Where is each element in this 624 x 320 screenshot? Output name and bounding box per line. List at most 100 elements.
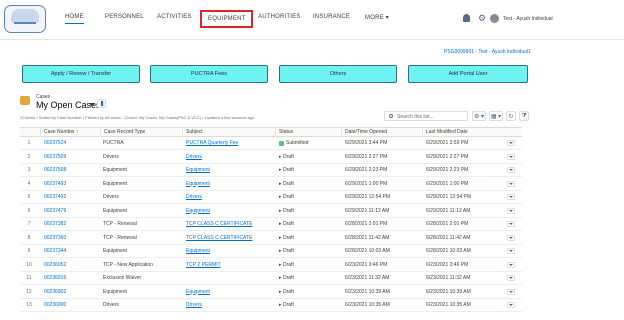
table-row: 10 00236952 TCP - New Application TCP Z PER… [20, 259, 522, 272]
subject-link[interactable]: Equipment [186, 205, 210, 218]
col-subject[interactable]: Subject [182, 128, 275, 137]
status-value: Draft [283, 194, 294, 200]
row-actions-dropdown-icon[interactable] [507, 248, 515, 254]
row-actions-dropdown-icon[interactable] [507, 261, 515, 268]
last-modified-date: 6/23/2021 11:32 AM [426, 275, 471, 281]
subject-link[interactable]: PUCTRA Quarterly Fee [186, 137, 238, 150]
row-number: 11 [26, 275, 32, 281]
row-actions-dropdown-icon[interactable] [507, 275, 515, 281]
subject-link[interactable]: Drivers [186, 299, 202, 312]
last-modified-date: 6/29/2021 11:12 AM [426, 207, 471, 214]
pin-list-icon[interactable] [97, 99, 106, 108]
row-actions-dropdown-icon[interactable] [507, 180, 515, 187]
row-actions-dropdown-icon[interactable] [507, 221, 515, 227]
last-modified-date: 6/29/2021 2:23 PM [426, 167, 469, 173]
row-number: 6 [27, 207, 31, 214]
case-number-link[interactable]: 00237492 [44, 191, 66, 204]
case-number-link[interactable]: 00236900 [44, 299, 66, 312]
refresh-button[interactable]: ↻ [506, 111, 516, 121]
date-opened: 6/29/2021 1:00 PM [345, 180, 388, 187]
add-portal-user-button[interactable]: Add Portal User [408, 65, 528, 83]
subject-link[interactable]: Equipment [186, 245, 210, 258]
case-record-type: Exclusion Waiver [103, 275, 142, 281]
status-bullet-icon: ▸ [279, 302, 282, 308]
case-number-link[interactable]: 00237509 [44, 151, 66, 164]
col-case-number[interactable]: Case Number ↑ [40, 128, 100, 137]
case-record-type: TCP - New Application [103, 261, 153, 268]
subject-link[interactable]: TCP CLASS C CERTIFICATE [186, 232, 252, 245]
list-view-dropdown-icon[interactable] [89, 103, 95, 107]
last-modified-date: 6/29/2021 12:54 PM [426, 194, 472, 200]
nav-more[interactable]: MORE ▾ [365, 14, 389, 21]
case-number-link[interactable]: 00237493 [44, 178, 66, 191]
list-meta-info: 20 items • Sorted by Case Number • Filte… [20, 115, 255, 120]
filter-button[interactable]: ⧩ [519, 111, 529, 121]
search-list-input[interactable]: Search this list... [384, 111, 468, 121]
row-actions-dropdown-icon[interactable] [507, 302, 515, 308]
account-link[interactable]: PSG0099901 - Test - Ayush Individual1 [444, 49, 531, 55]
subject-link[interactable]: TCP CLASS C CERTIFICATE [186, 218, 252, 231]
subject-link[interactable]: Drivers [186, 191, 202, 204]
subject-link[interactable]: Equipment [186, 164, 210, 177]
subject-link[interactable]: Equipment [186, 178, 210, 191]
status-bullet-icon: ▸ [279, 248, 282, 254]
row-actions-dropdown-icon[interactable] [507, 140, 515, 146]
case-number-link[interactable]: 00237344 [44, 245, 66, 258]
nav-equipment[interactable]: EQUIPMENT [200, 10, 254, 28]
display-as-button[interactable]: ▦ ▾ [489, 111, 503, 121]
search-placeholder: Search this list... [397, 114, 434, 120]
subject-link[interactable]: Equipment [186, 286, 210, 299]
settings-gear-icon[interactable]: ⚙ [478, 14, 486, 23]
col-case-record-type[interactable]: Case Record Type [100, 128, 182, 137]
row-actions-dropdown-icon[interactable] [507, 167, 515, 173]
user-avatar[interactable] [490, 14, 499, 23]
nav-authorities[interactable]: AUTHORITIES [258, 14, 301, 20]
case-number-link[interactable]: 00236902 [44, 286, 66, 299]
last-modified-date: 6/23/2021 3:46 PM [426, 261, 469, 268]
status-check-icon [279, 141, 284, 146]
nav-personnel[interactable]: PERSONNEL [105, 14, 144, 20]
puctra-fees-button[interactable]: PUCTRA Fees [150, 65, 268, 83]
row-actions-dropdown-icon[interactable] [507, 194, 515, 200]
case-number-link[interactable]: 00237479 [44, 205, 66, 218]
status-bullet-icon: ▸ [279, 153, 282, 160]
table-row: 1 00237524 PUCTRA PUCTRA Quarterly Fee Submi… [20, 137, 522, 150]
case-number-link[interactable]: 00237508 [44, 164, 66, 177]
case-number-link[interactable]: 00237524 [44, 137, 66, 150]
last-modified-date: 6/23/2021 10:35 AM [426, 302, 471, 308]
case-number-link[interactable]: 00237360 [44, 232, 66, 245]
row-number: 12 [26, 288, 32, 295]
table-row: 11 00236916 Exclusion Waiver ▸ Draft 6/23/202… [20, 272, 522, 285]
case-number-link[interactable]: 00236916 [44, 272, 66, 285]
nav-activities[interactable]: ACTIVITIES [157, 14, 192, 20]
table-row: 6 00237479 Equipment Equipment ▸ Draft 6/29/20… [20, 205, 522, 218]
table-row: 8 00237360 TCP - Renewal TCP CLASS C CERTIF… [20, 232, 522, 245]
subject-link[interactable]: TCP Z PERMIT [186, 259, 221, 272]
col-last-modified[interactable]: Last Modified Date [422, 128, 504, 137]
row-actions-dropdown-icon[interactable] [507, 288, 515, 295]
apply-renew-transfer-button[interactable]: Apply / Renew / Transfer [22, 65, 140, 83]
user-name[interactable]: Test - Ayush Individual [503, 16, 553, 22]
date-opened: 6/29/2021 2:27 PM [345, 153, 388, 160]
app-logo[interactable] [4, 5, 46, 33]
status-bullet-icon: ▸ [279, 194, 282, 200]
status-bullet-icon: ▸ [279, 207, 282, 214]
case-record-type: PUCTRA [103, 140, 124, 146]
case-number-link[interactable]: 00237382 [44, 218, 66, 231]
nav-insurance[interactable]: INSURANCE [313, 14, 350, 20]
nav-home[interactable]: HOME [65, 14, 84, 24]
row-actions-dropdown-icon[interactable] [507, 153, 515, 160]
date-opened: 6/23/2021 11:32 AM [345, 275, 390, 281]
case-number-link[interactable]: 00236952 [44, 259, 66, 272]
col-date-opened[interactable]: Date/Time Opened [341, 128, 422, 137]
status-bullet-icon: ▸ [279, 167, 282, 173]
status-bullet-icon: ▸ [279, 234, 282, 241]
others-button[interactable]: Others [279, 65, 397, 83]
list-controls-button[interactable]: ⚙ ▾ [472, 111, 486, 121]
row-actions-dropdown-icon[interactable] [507, 234, 515, 241]
col-status[interactable]: Status [275, 128, 341, 137]
row-actions-dropdown-icon[interactable] [507, 207, 515, 214]
row-number: 7 [27, 221, 31, 227]
notification-bell-icon[interactable] [463, 14, 470, 22]
subject-link[interactable]: Drivers [186, 151, 202, 164]
